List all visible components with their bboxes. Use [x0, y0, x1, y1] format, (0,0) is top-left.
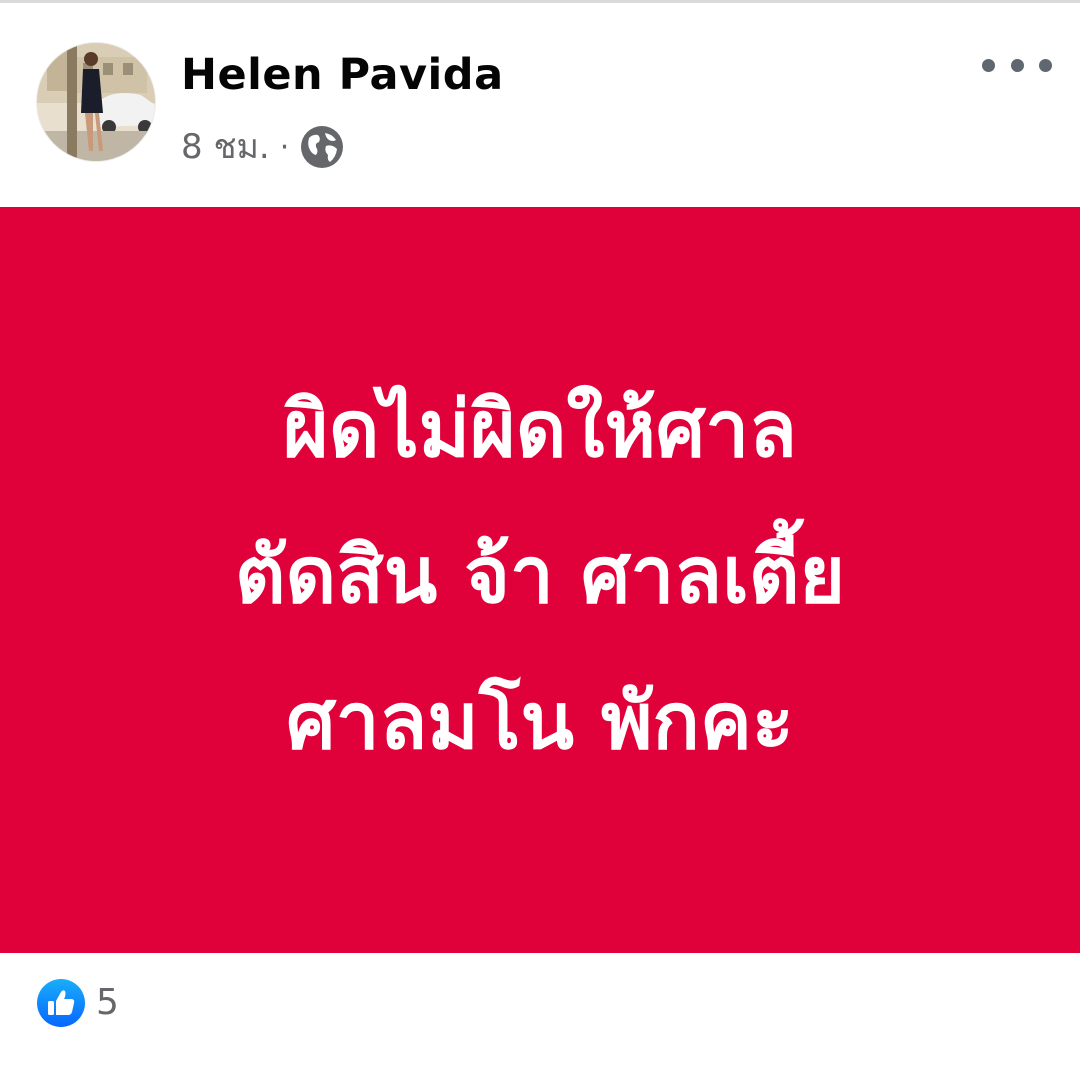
post-header: Helen Pavida 8 ชม. ·: [0, 3, 1080, 203]
reaction-count: 5: [96, 982, 119, 1023]
post-text-line: ตัดสิน จ้า ศาลเตี้ย: [234, 531, 846, 621]
post-image-text: ผิดไม่ผิดให้ศาล ตัดสิน จ้า ศาลเตี้ย ศาลม…: [235, 357, 845, 795]
meta-separator: ·: [279, 129, 290, 165]
avatar-photo: [37, 43, 155, 161]
post-meta: 8 ชม. ·: [181, 123, 345, 171]
facebook-post: Helen Pavida 8 ชม. · ผิดไม่ผิดให้ศาล ตัด…: [0, 0, 1080, 1079]
post-text-image[interactable]: ผิดไม่ผิดให้ศาล ตัดสิน จ้า ศาลเตี้ย ศาลม…: [0, 207, 1080, 953]
globe-icon[interactable]: [299, 124, 345, 170]
like-icon: [37, 979, 85, 1027]
more-horizontal-icon-dot: [1039, 58, 1052, 72]
more-horizontal-icon-dot: [1010, 58, 1024, 72]
more-options-button[interactable]: [982, 43, 1052, 87]
post-text-line: ผิดไม่ผิดให้ศาล: [283, 385, 797, 475]
more-horizontal-icon-dot: [982, 58, 995, 72]
author-avatar[interactable]: [37, 43, 155, 161]
post-timestamp[interactable]: 8 ชม.: [181, 123, 270, 171]
post-text-line: ศาลมโน พักคะ: [286, 677, 794, 767]
author-name[interactable]: Helen Pavida: [181, 45, 504, 105]
reactions-summary[interactable]: 5: [36, 978, 119, 1028]
